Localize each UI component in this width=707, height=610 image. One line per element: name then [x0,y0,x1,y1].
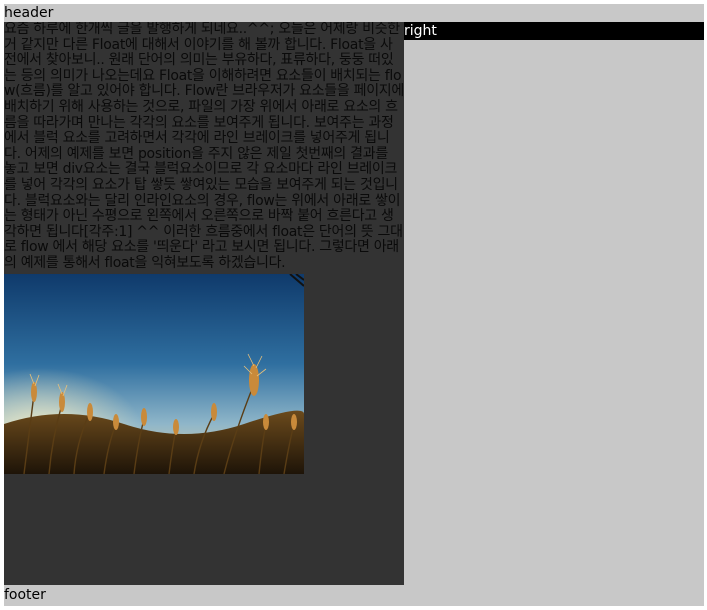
page-container: header 요즘 하루에 한개씩 글을 발행하게 되네요..^^; 오늘은 어… [4,4,704,606]
footer: footer [4,587,46,603]
header: header [4,5,54,21]
left-column: 요즘 하루에 한개씩 글을 발행하게 되네요..^^; 오늘은 어제랑 비슷한거… [4,22,404,585]
wheat-field-photo [4,273,304,474]
right-sidebar: right [404,22,704,40]
article-text: 요즘 하루에 한개씩 글을 발행하게 되네요..^^; 오늘은 어제랑 비슷한거… [4,22,404,271]
